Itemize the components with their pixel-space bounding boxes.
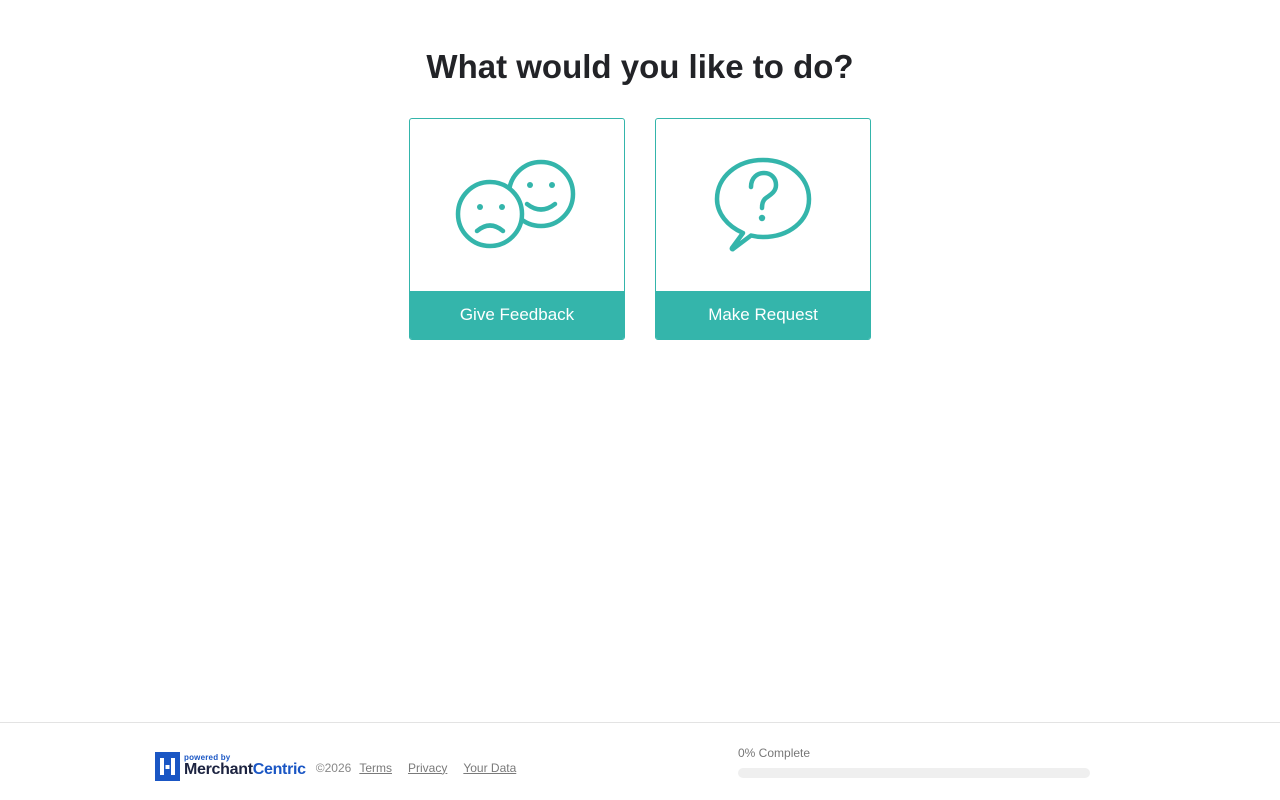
merchant-centric-logo[interactable]: powered by MerchantCentric [155, 751, 306, 781]
footer-left: powered by MerchantCentric ©2026 Terms P… [155, 751, 532, 781]
logo-brand: MerchantCentric [184, 762, 306, 778]
merchant-centric-logo-icon [155, 751, 180, 781]
page: What would you like to do? Give Feedback [0, 0, 1280, 800]
progress-label: 0% Complete [738, 746, 811, 760]
your-data-link[interactable]: Your Data [463, 761, 516, 775]
terms-link[interactable]: Terms [359, 761, 392, 775]
feedback-faces-icon [455, 159, 576, 249]
options-container: Give Feedback Make Request [409, 118, 871, 340]
give-feedback-label: Give Feedback [410, 291, 624, 339]
footer: powered by MerchantCentric ©2026 Terms P… [0, 722, 1280, 800]
make-request-button[interactable]: Make Request [655, 118, 871, 340]
copyright: ©2026 [315, 760, 352, 775]
give-feedback-button[interactable]: Give Feedback [409, 118, 625, 340]
card-icon-area [410, 119, 624, 291]
make-request-label: Make Request [656, 291, 870, 339]
card-icon-area [656, 119, 870, 291]
logo-text: powered by MerchantCentric [184, 754, 306, 778]
question-bubble-icon [714, 157, 812, 252]
progress-section: 0% Complete [738, 746, 1090, 778]
logo-brand-part2: Centric [252, 761, 306, 778]
progress-bar [738, 768, 1090, 778]
privacy-link[interactable]: Privacy [408, 761, 447, 775]
logo-brand-part1: Merchant [184, 761, 253, 778]
page-title: What would you like to do? [426, 48, 854, 85]
